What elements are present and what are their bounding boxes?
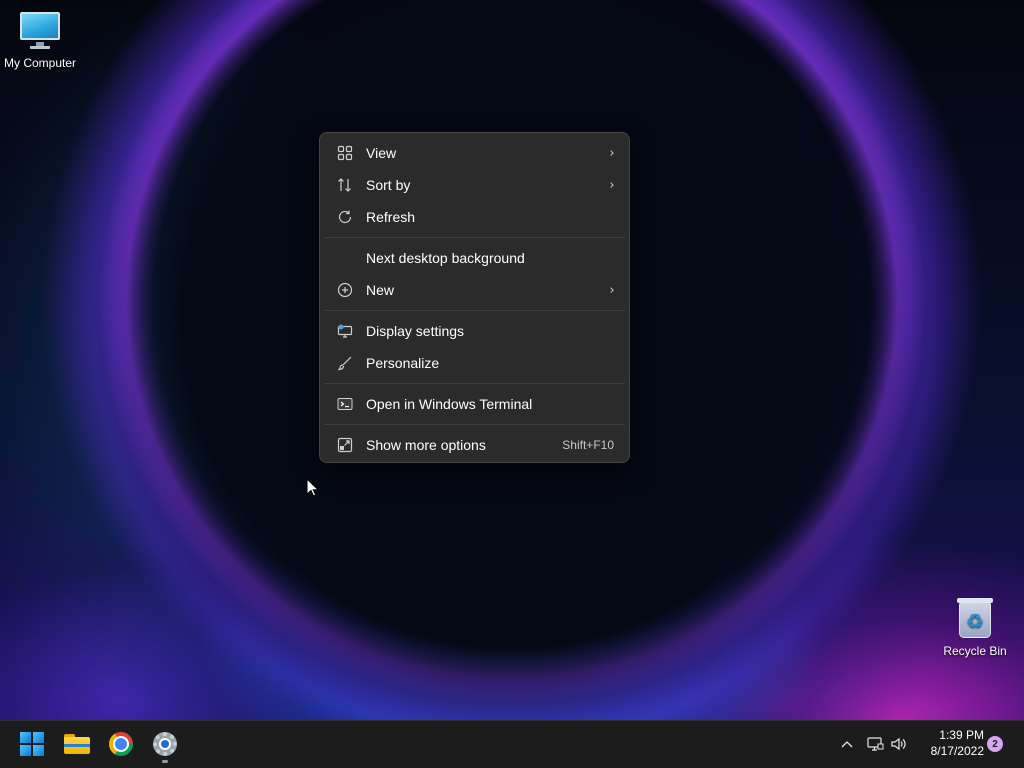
clock-date: 8/17/2022 bbox=[930, 744, 984, 758]
menu-item-label: New bbox=[366, 282, 395, 298]
menu-item-label: Sort by bbox=[366, 177, 411, 193]
menu-item-refresh[interactable]: Refresh bbox=[324, 201, 625, 233]
monitor-icon bbox=[18, 8, 62, 52]
menu-item-new[interactable]: New › bbox=[324, 274, 625, 306]
volume-icon[interactable] bbox=[888, 732, 910, 756]
menu-separator bbox=[324, 383, 625, 384]
chevron-up-icon bbox=[841, 741, 853, 748]
clock-time: 1:39 PM bbox=[939, 728, 984, 742]
chevron-right-icon: › bbox=[609, 282, 615, 298]
menu-item-display-settings[interactable]: Display settings bbox=[324, 315, 625, 347]
network-icon[interactable] bbox=[864, 732, 886, 756]
taskbar-chrome[interactable] bbox=[101, 724, 141, 764]
refresh-icon bbox=[324, 201, 366, 233]
terminal-icon bbox=[324, 388, 366, 420]
brush-icon bbox=[324, 347, 366, 379]
folder-icon bbox=[64, 734, 90, 754]
plus-circle-icon bbox=[324, 274, 366, 306]
gear-icon bbox=[153, 732, 177, 756]
chevron-right-icon: › bbox=[609, 177, 615, 193]
menu-item-label: View bbox=[366, 145, 397, 161]
windows-start-icon bbox=[20, 732, 44, 756]
chevron-right-icon: › bbox=[609, 145, 615, 161]
menu-item-view[interactable]: View › bbox=[324, 137, 625, 169]
menu-item-label: Refresh bbox=[366, 209, 416, 225]
menu-item-show-more-options[interactable]: Show more options Shift+F10 bbox=[324, 429, 625, 461]
desktop-icon-recycle-bin[interactable]: Recycle Bin bbox=[935, 596, 1015, 658]
menu-item-personalize[interactable]: Personalize bbox=[324, 347, 625, 379]
menu-item-sort-by[interactable]: Sort by › bbox=[324, 169, 625, 201]
desktop-icon-label: Recycle Bin bbox=[943, 644, 1007, 658]
menu-item-label: Display settings bbox=[366, 323, 465, 339]
taskbar-file-explorer[interactable] bbox=[57, 724, 97, 764]
desktop-icon-label: My Computer bbox=[3, 56, 77, 70]
notification-badge[interactable]: 2 bbox=[987, 736, 1003, 752]
running-indicator bbox=[162, 760, 168, 763]
display-settings-icon bbox=[324, 315, 366, 347]
menu-separator bbox=[324, 310, 625, 311]
start-button[interactable] bbox=[12, 724, 52, 764]
recycle-bin-icon bbox=[953, 596, 997, 640]
show-hidden-icons-button[interactable] bbox=[838, 732, 856, 756]
sort-icon bbox=[324, 169, 366, 201]
menu-item-label: Show more options bbox=[366, 437, 486, 453]
taskbar-settings[interactable] bbox=[145, 724, 185, 764]
menu-separator bbox=[324, 237, 625, 238]
menu-separator bbox=[324, 424, 625, 425]
menu-item-next-desktop-background[interactable]: Next desktop background bbox=[324, 242, 625, 274]
desktop-context-menu: View › Sort by › Refresh Next desktop ba… bbox=[319, 132, 630, 463]
menu-item-open-in-windows-terminal[interactable]: Open in Windows Terminal bbox=[324, 388, 625, 420]
keyboard-shortcut: Shift+F10 bbox=[562, 438, 614, 452]
taskbar-clock[interactable]: 1:39 PM 8/17/2022 bbox=[914, 727, 984, 759]
desktop-icon-my-computer[interactable]: My Computer bbox=[0, 8, 80, 70]
more-options-icon bbox=[324, 429, 366, 461]
menu-item-label: Personalize bbox=[366, 355, 440, 371]
grid-view-icon bbox=[324, 137, 366, 169]
menu-item-label: Open in Windows Terminal bbox=[366, 396, 533, 412]
mouse-pointer-icon bbox=[306, 477, 320, 498]
menu-item-label: Next desktop background bbox=[366, 250, 525, 266]
chrome-icon bbox=[109, 732, 133, 756]
